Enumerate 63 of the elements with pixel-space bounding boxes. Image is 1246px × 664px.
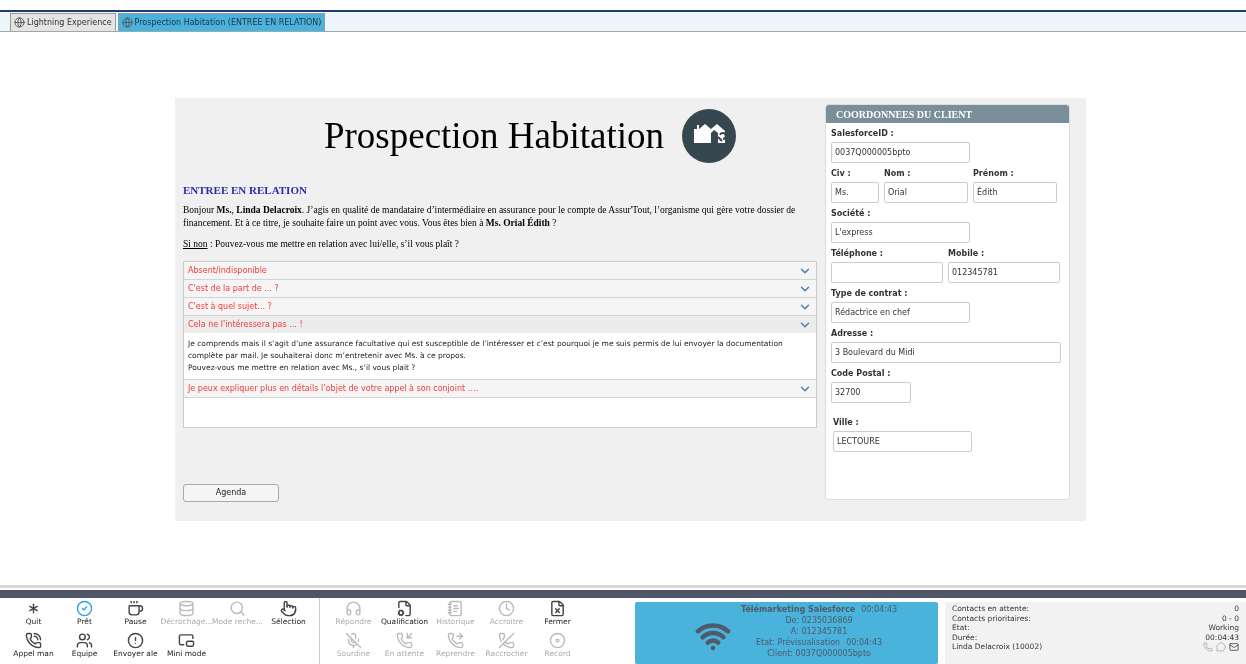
pointer-icon <box>280 600 297 617</box>
text-field[interactable]: Rédactrice en chef <box>831 302 970 323</box>
field-label: Société : <box>831 208 872 219</box>
database-icon <box>178 600 195 617</box>
text-field[interactable]: LECTOURE <box>833 431 972 452</box>
mic-off-icon <box>345 632 362 649</box>
window-icon <box>178 632 195 649</box>
agenda-button[interactable]: Agenda <box>183 484 279 503</box>
document-x-icon <box>549 600 566 617</box>
call-info: A: 012345781 <box>790 626 848 637</box>
section-heading: ENTREE EN RELATION <box>183 182 308 198</box>
phone-icon[interactable] <box>1203 642 1213 652</box>
campaign-name: Télémarketing Salesforce <box>741 604 856 615</box>
field-label: Nom : <box>884 168 912 179</box>
people-icon <box>76 632 93 649</box>
text-field[interactable]: 012345781 <box>948 262 1060 283</box>
alert-icon <box>127 632 144 649</box>
call-timer: 00:04:43 <box>846 637 883 648</box>
house-tools-logo <box>682 108 737 163</box>
phone-icon <box>447 632 464 649</box>
si-non-text: : Pouvez-vous me mettre en relation avec lui/elle, s’il vous plaît ? <box>208 238 459 251</box>
field-label: Prénom : <box>973 168 1015 179</box>
disc-icon <box>549 632 566 649</box>
phone-off-icon <box>498 632 515 649</box>
call-info: Etat: Prévisualisation <box>756 637 841 648</box>
check-circle-icon <box>76 600 93 617</box>
phone-icon <box>25 632 42 649</box>
splitter-bar[interactable] <box>0 590 1246 598</box>
field-label: Adresse : <box>831 328 875 339</box>
call-timer: 00:04:43 <box>861 604 898 615</box>
field-label: Téléphone : <box>831 248 884 259</box>
cup-icon <box>127 600 144 617</box>
tab[interactable]: Lightning Experience <box>10 13 116 31</box>
field-label: Code Postal : <box>831 368 892 379</box>
search-icon <box>229 600 246 617</box>
clock-icon <box>498 600 515 617</box>
field-label: SalesforceID : <box>831 128 895 139</box>
field-label: Civ : <box>831 168 852 179</box>
field-label: Type de contrat : <box>831 288 909 299</box>
text-field[interactable]: Orial <box>884 182 968 203</box>
text-field[interactable]: Ms. <box>831 182 879 203</box>
document-gear-icon <box>396 600 413 617</box>
text-field[interactable] <box>831 262 943 283</box>
headset-icon <box>345 600 362 617</box>
intro-paragraph: Bonjour Ms., Linda Delacroix. J’agis en qualité de mandataire d’intermédiaire en assurance pour le compte de Assur'Tout, l’organisme qui gère votre dossier de financement. Et à ce titre, je souhaite faire un point avec vous. Vous êtes bien à Ms. Orial Édith ? <box>183 204 797 230</box>
text-field[interactable]: L'express <box>831 222 970 243</box>
text-field[interactable]: 3 Boulevard du Midi <box>831 342 1061 363</box>
globe-icon <box>121 17 133 28</box>
notebook-icon <box>447 600 464 617</box>
mail-icon[interactable] <box>1229 642 1239 652</box>
text-field[interactable]: 0037Q000005bpto <box>831 142 970 163</box>
field-label: Mobile : <box>948 248 986 259</box>
text-field[interactable]: 32700 <box>831 382 911 403</box>
call-info: De: 0235036869 <box>785 615 853 626</box>
globe-icon <box>14 17 25 28</box>
phone-icon <box>396 632 413 649</box>
page-title: Prospection Habitation <box>323 114 665 158</box>
card-title: COORDONNEES DU CLIENT <box>826 105 1069 123</box>
text-field[interactable]: Édith <box>973 182 1057 203</box>
call-info: Client: 0037Q000005bpto <box>767 648 871 659</box>
tab[interactable]: Prospection Habitation (ENTREE EN RELATION) <box>117 13 326 31</box>
si-non-label: Si non <box>183 238 208 251</box>
field-label: Ville : <box>833 417 860 428</box>
